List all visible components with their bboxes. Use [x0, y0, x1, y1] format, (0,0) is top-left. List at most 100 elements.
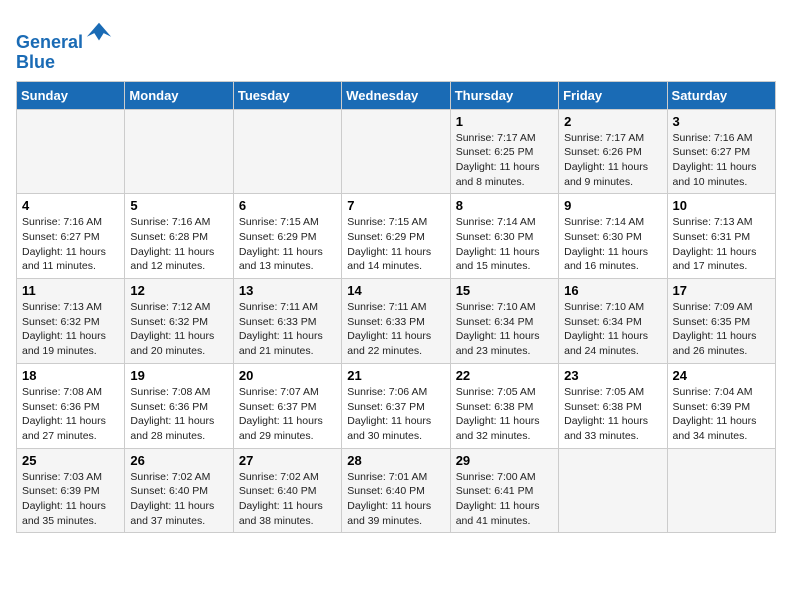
- day-info: Sunrise: 7:01 AM Sunset: 6:40 PM Dayligh…: [347, 470, 444, 529]
- day-info: Sunrise: 7:15 AM Sunset: 6:29 PM Dayligh…: [347, 215, 444, 274]
- calendar-cell: 8 Sunrise: 7:14 AM Sunset: 6:30 PM Daylig…: [450, 194, 558, 279]
- calendar-cell: 24 Sunrise: 7:04 AM Sunset: 6:39 PM Dayli…: [667, 363, 775, 448]
- day-number: 23: [564, 368, 661, 383]
- calendar-cell: 27Sunrise: 7:02 AM Sunset: 6:40 PM Dayli…: [233, 448, 341, 533]
- day-of-week-sunday: Sunday: [17, 81, 125, 109]
- day-number: 10: [673, 198, 770, 213]
- week-row-1: 1 Sunrise: 7:17 AM Sunset: 6:25 PM Daylig…: [17, 109, 776, 194]
- calendar-cell: 13Sunrise: 7:11 AM Sunset: 6:33 PM Dayli…: [233, 279, 341, 364]
- day-info: Sunrise: 7:00 AM Sunset: 6:41 PM Dayligh…: [456, 470, 553, 529]
- day-info: Sunrise: 7:08 AM Sunset: 6:36 PM Dayligh…: [22, 385, 119, 444]
- calendar-cell: 17 Sunrise: 7:09 AM Sunset: 6:35 PM Dayli…: [667, 279, 775, 364]
- day-info: Sunrise: 7:16 AM Sunset: 6:28 PM Dayligh…: [130, 215, 227, 274]
- week-row-5: 25 Sunrise: 7:03 AM Sunset: 6:39 PM Dayli…: [17, 448, 776, 533]
- day-number: 6: [239, 198, 336, 213]
- day-of-week-wednesday: Wednesday: [342, 81, 450, 109]
- day-info: Sunrise: 7:15 AM Sunset: 6:29 PM Dayligh…: [239, 215, 336, 274]
- calendar-table: SundayMondayTuesdayWednesdayThursdayFrid…: [16, 81, 776, 534]
- day-number: 12: [130, 283, 227, 298]
- calendar-cell: [125, 109, 233, 194]
- page-header: General Blue: [16, 16, 776, 73]
- day-number: 20: [239, 368, 336, 383]
- calendar-cell: 14Sunrise: 7:11 AM Sunset: 6:33 PM Dayli…: [342, 279, 450, 364]
- calendar-cell: [17, 109, 125, 194]
- calendar-cell: 25 Sunrise: 7:03 AM Sunset: 6:39 PM Dayli…: [17, 448, 125, 533]
- day-number: 16: [564, 283, 661, 298]
- calendar-body: 1 Sunrise: 7:17 AM Sunset: 6:25 PM Daylig…: [17, 109, 776, 533]
- calendar-cell: 7 Sunrise: 7:15 AM Sunset: 6:29 PM Daylig…: [342, 194, 450, 279]
- calendar-cell: 21 Sunrise: 7:06 AM Sunset: 6:37 PM Dayli…: [342, 363, 450, 448]
- logo: General Blue: [16, 20, 113, 73]
- logo-bird-icon: [85, 20, 113, 48]
- calendar-cell: 6 Sunrise: 7:15 AM Sunset: 6:29 PM Daylig…: [233, 194, 341, 279]
- week-row-4: 18 Sunrise: 7:08 AM Sunset: 6:36 PM Dayli…: [17, 363, 776, 448]
- day-number: 5: [130, 198, 227, 213]
- day-number: 25: [22, 453, 119, 468]
- day-number: 19: [130, 368, 227, 383]
- day-info: Sunrise: 7:05 AM Sunset: 6:38 PM Dayligh…: [564, 385, 661, 444]
- day-info: Sunrise: 7:02 AM Sunset: 6:40 PM Dayligh…: [130, 470, 227, 529]
- day-info: Sunrise: 7:14 AM Sunset: 6:30 PM Dayligh…: [564, 215, 661, 274]
- calendar-header: SundayMondayTuesdayWednesdayThursdayFrid…: [17, 81, 776, 109]
- day-number: 1: [456, 114, 553, 129]
- day-info: Sunrise: 7:05 AM Sunset: 6:38 PM Dayligh…: [456, 385, 553, 444]
- day-number: 29: [456, 453, 553, 468]
- day-info: Sunrise: 7:16 AM Sunset: 6:27 PM Dayligh…: [673, 131, 770, 190]
- calendar-cell: 20 Sunrise: 7:07 AM Sunset: 6:37 PM Dayli…: [233, 363, 341, 448]
- day-number: 8: [456, 198, 553, 213]
- day-info: Sunrise: 7:13 AM Sunset: 6:31 PM Dayligh…: [673, 215, 770, 274]
- week-row-2: 4 Sunrise: 7:16 AM Sunset: 6:27 PM Daylig…: [17, 194, 776, 279]
- day-of-week-saturday: Saturday: [667, 81, 775, 109]
- day-info: Sunrise: 7:17 AM Sunset: 6:25 PM Dayligh…: [456, 131, 553, 190]
- day-number: 14: [347, 283, 444, 298]
- day-info: Sunrise: 7:04 AM Sunset: 6:39 PM Dayligh…: [673, 385, 770, 444]
- calendar-cell: 1 Sunrise: 7:17 AM Sunset: 6:25 PM Daylig…: [450, 109, 558, 194]
- day-number: 11: [22, 283, 119, 298]
- day-number: 15: [456, 283, 553, 298]
- day-info: Sunrise: 7:12 AM Sunset: 6:32 PM Dayligh…: [130, 300, 227, 359]
- day-number: 21: [347, 368, 444, 383]
- day-info: Sunrise: 7:07 AM Sunset: 6:37 PM Dayligh…: [239, 385, 336, 444]
- calendar-cell: 26 Sunrise: 7:02 AM Sunset: 6:40 PM Dayli…: [125, 448, 233, 533]
- day-number: 17: [673, 283, 770, 298]
- day-number: 3: [673, 114, 770, 129]
- calendar-cell: 10 Sunrise: 7:13 AM Sunset: 6:31 PM Dayli…: [667, 194, 775, 279]
- day-info: Sunrise: 7:14 AM Sunset: 6:30 PM Dayligh…: [456, 215, 553, 274]
- day-of-week-thursday: Thursday: [450, 81, 558, 109]
- calendar-cell: 19 Sunrise: 7:08 AM Sunset: 6:36 PM Dayli…: [125, 363, 233, 448]
- day-number: 9: [564, 198, 661, 213]
- day-of-week-friday: Friday: [559, 81, 667, 109]
- day-number: 24: [673, 368, 770, 383]
- day-number: 18: [22, 368, 119, 383]
- calendar-cell: 9 Sunrise: 7:14 AM Sunset: 6:30 PM Daylig…: [559, 194, 667, 279]
- calendar-cell: [559, 448, 667, 533]
- day-number: 26: [130, 453, 227, 468]
- calendar-cell: 22 Sunrise: 7:05 AM Sunset: 6:38 PM Dayli…: [450, 363, 558, 448]
- logo-text: General Blue: [16, 20, 113, 73]
- day-info: Sunrise: 7:09 AM Sunset: 6:35 PM Dayligh…: [673, 300, 770, 359]
- day-info: Sunrise: 7:03 AM Sunset: 6:39 PM Dayligh…: [22, 470, 119, 529]
- day-info: Sunrise: 7:16 AM Sunset: 6:27 PM Dayligh…: [22, 215, 119, 274]
- day-number: 4: [22, 198, 119, 213]
- calendar-cell: 23 Sunrise: 7:05 AM Sunset: 6:38 PM Dayli…: [559, 363, 667, 448]
- calendar-cell: 16 Sunrise: 7:10 AM Sunset: 6:34 PM Dayli…: [559, 279, 667, 364]
- calendar-cell: [342, 109, 450, 194]
- day-number: 7: [347, 198, 444, 213]
- day-number: 2: [564, 114, 661, 129]
- day-info: Sunrise: 7:06 AM Sunset: 6:37 PM Dayligh…: [347, 385, 444, 444]
- day-info: Sunrise: 7:17 AM Sunset: 6:26 PM Dayligh…: [564, 131, 661, 190]
- calendar-cell: [233, 109, 341, 194]
- day-of-week-tuesday: Tuesday: [233, 81, 341, 109]
- day-of-week-monday: Monday: [125, 81, 233, 109]
- week-row-3: 11Sunrise: 7:13 AM Sunset: 6:32 PM Dayli…: [17, 279, 776, 364]
- calendar-cell: 28Sunrise: 7:01 AM Sunset: 6:40 PM Dayli…: [342, 448, 450, 533]
- calendar-cell: [667, 448, 775, 533]
- calendar-cell: 29 Sunrise: 7:00 AM Sunset: 6:41 PM Dayli…: [450, 448, 558, 533]
- calendar-cell: 18 Sunrise: 7:08 AM Sunset: 6:36 PM Dayli…: [17, 363, 125, 448]
- day-number: 22: [456, 368, 553, 383]
- day-info: Sunrise: 7:10 AM Sunset: 6:34 PM Dayligh…: [456, 300, 553, 359]
- day-info: Sunrise: 7:08 AM Sunset: 6:36 PM Dayligh…: [130, 385, 227, 444]
- day-info: Sunrise: 7:10 AM Sunset: 6:34 PM Dayligh…: [564, 300, 661, 359]
- calendar-cell: 2 Sunrise: 7:17 AM Sunset: 6:26 PM Daylig…: [559, 109, 667, 194]
- day-info: Sunrise: 7:11 AM Sunset: 6:33 PM Dayligh…: [239, 300, 336, 359]
